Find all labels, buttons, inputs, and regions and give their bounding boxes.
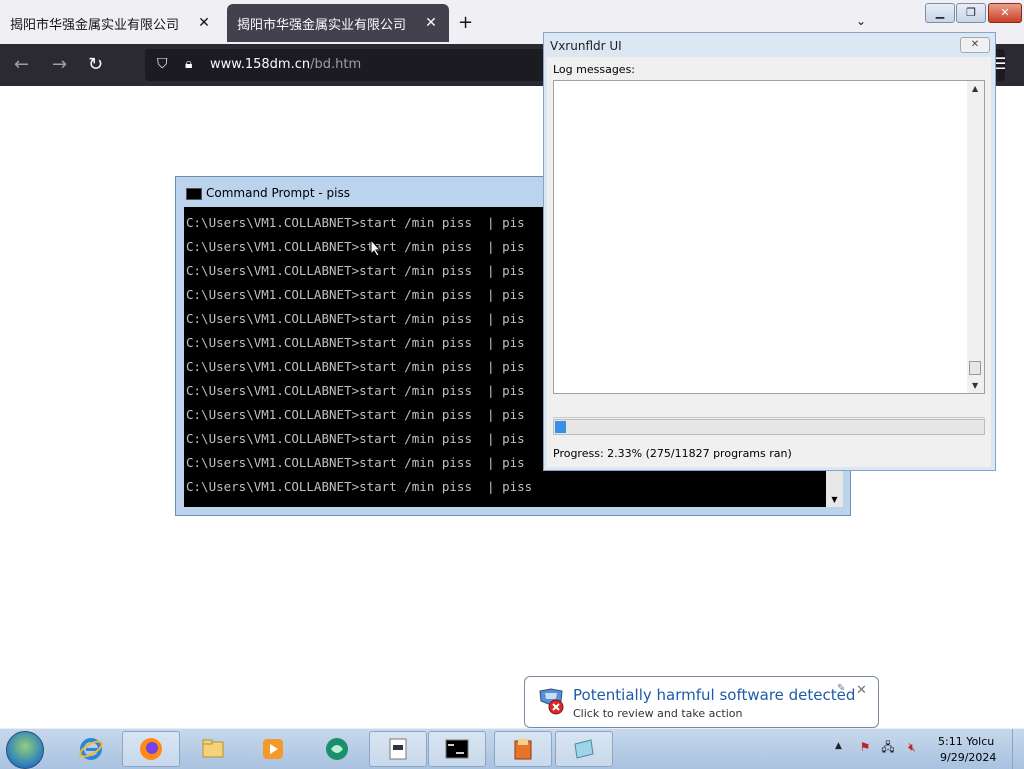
close-tab-icon[interactable]: ✕ xyxy=(196,15,212,31)
progress-text: Progress: 2.33% (275/11827 programs ran) xyxy=(553,447,792,460)
security-alert-icon[interactable]: ⚑ xyxy=(857,739,873,755)
tab-label: 揭阳市华强金属实业有限公司 xyxy=(237,17,407,33)
console-line: C:\Users\VM1.COLLABNET>start /min piss |… xyxy=(186,407,525,422)
installer-taskbar-button[interactable] xyxy=(494,731,552,767)
vx-title: Vxrunfldr UI xyxy=(550,39,622,53)
close-tab-icon[interactable]: ✕ xyxy=(423,15,439,31)
clock-time[interactable]: 5:11 Yolcu xyxy=(938,735,994,748)
console-line: C:\Users\VM1.COLLABNET>start /min piss |… xyxy=(186,311,525,326)
notification-subtitle[interactable]: Click to review and take action xyxy=(573,707,742,720)
app-taskbar-button[interactable] xyxy=(308,731,366,767)
progress-fill xyxy=(555,421,566,433)
ie-taskbar-button[interactable] xyxy=(62,731,120,767)
console-line: C:\Users\VM1.COLLABNET>start /min piss |… xyxy=(186,431,525,446)
explorer-taskbar-button[interactable] xyxy=(184,731,242,767)
log-messages-box[interactable]: ▲ ▼ xyxy=(553,80,985,394)
media-player-taskbar-button[interactable] xyxy=(244,731,302,767)
document-taskbar-button[interactable] xyxy=(369,731,427,767)
reload-icon[interactable]: ↻ xyxy=(88,54,103,75)
url-domain: www.158dm.cn xyxy=(210,57,311,72)
progress-bar xyxy=(553,419,985,435)
tab-label: 揭阳市华强金属实业有限公司 xyxy=(10,17,180,33)
console-line: C:\Users\VM1.COLLABNET>start /min piss |… xyxy=(186,335,525,350)
vxrunfldr-taskbar-button[interactable] xyxy=(555,731,613,767)
console-line: C:\Users\VM1.COLLABNET>start /min piss |… xyxy=(186,383,525,398)
url-path: /bd.htm xyxy=(310,57,362,72)
console-line: C:\Users\VM1.COLLABNET>start /min piss |… xyxy=(186,479,533,494)
internet-explorer-icon xyxy=(79,738,103,760)
cmd-taskbar-button[interactable] xyxy=(428,731,486,767)
firefox-icon xyxy=(140,738,162,760)
green-app-icon xyxy=(326,738,348,760)
forward-arrow-icon[interactable]: → xyxy=(52,54,67,75)
defender-warning-icon xyxy=(539,688,564,715)
close-icon[interactable]: ✕ xyxy=(856,683,867,698)
scroll-up-icon[interactable]: ▲ xyxy=(972,84,978,93)
scroll-down-icon[interactable]: ▼ xyxy=(828,495,841,505)
window-app-icon xyxy=(574,739,594,759)
console-line: C:\Users\VM1.COLLABNET>start /min piss |… xyxy=(186,239,525,254)
console-line: C:\Users\VM1.COLLABNET>start /min piss |… xyxy=(186,455,525,470)
mouse-cursor-icon xyxy=(370,239,382,257)
folder-icon xyxy=(202,739,224,758)
minimize-button[interactable]: ▁ xyxy=(925,3,955,23)
vx-client: Log messages: ▲ ▼ Progress: 2.33% (275/1… xyxy=(547,57,991,467)
browser-tab-1[interactable]: 揭阳市华强金属实业有限公司 ✕ xyxy=(0,4,222,42)
console-line: C:\Users\VM1.COLLABNET>start /min piss |… xyxy=(186,359,525,374)
console-line: C:\Users\VM1.COLLABNET>start /min piss |… xyxy=(186,215,525,230)
taskbar: ▲ ⚑ 🖧︎ 🔇︎ 5:11 Yolcu 9/29/2024 xyxy=(0,728,1024,769)
media-player-icon xyxy=(263,739,283,759)
browser-tab-2[interactable]: 揭阳市华强金属实业有限公司 ✕ xyxy=(227,4,449,42)
notification-title[interactable]: Potentially harmful software detected xyxy=(573,686,855,704)
console-line: C:\Users\VM1.COLLABNET>start /min piss |… xyxy=(186,287,525,302)
lock-icon[interactable]: 🔒︎ xyxy=(185,56,192,72)
console-line: C:\Users\VM1.COLLABNET>start /min piss |… xyxy=(186,263,525,278)
close-window-button[interactable]: ✕ xyxy=(988,3,1022,23)
vxrunfldr-window[interactable]: Vxrunfldr UI ✕ Log messages: ▲ ▼ Progres… xyxy=(543,32,996,471)
document-icon xyxy=(389,738,407,760)
divider xyxy=(553,417,985,418)
log-scrollbar[interactable]: ▲ ▼ xyxy=(967,81,984,393)
notification-balloon[interactable]: Potentially harmful software detected Cl… xyxy=(524,676,879,728)
start-button[interactable] xyxy=(6,731,44,769)
network-icon[interactable]: 🖧︎ xyxy=(880,739,896,755)
log-label: Log messages: xyxy=(553,63,636,76)
installer-icon xyxy=(514,739,532,760)
vx-close-button[interactable]: ✕ xyxy=(960,37,990,53)
console-icon xyxy=(445,739,469,759)
shield-icon[interactable]: ⛉ xyxy=(157,56,168,72)
back-arrow-icon[interactable]: ← xyxy=(14,54,29,75)
url-text: www.158dm.cn/bd.htm xyxy=(210,57,361,72)
volume-muted-icon[interactable]: 🔇︎ xyxy=(904,739,920,755)
show-hidden-icons-icon[interactable]: ▲ xyxy=(835,741,842,751)
clock-date[interactable]: 9/29/2024 xyxy=(940,751,996,764)
pin-icon[interactable]: ✎ xyxy=(837,683,845,694)
cmd-title: Command Prompt - piss xyxy=(206,186,350,200)
firefox-taskbar-button[interactable] xyxy=(122,731,180,767)
chevron-down-icon[interactable]: ⌄ xyxy=(856,14,866,28)
console-icon xyxy=(186,188,202,200)
restore-button[interactable]: ❐ xyxy=(956,3,986,23)
new-tab-button[interactable]: + xyxy=(458,12,473,33)
scroll-down-icon[interactable]: ▼ xyxy=(972,381,978,390)
show-desktop-button[interactable] xyxy=(1012,729,1024,769)
scroll-thumb[interactable] xyxy=(969,361,981,375)
